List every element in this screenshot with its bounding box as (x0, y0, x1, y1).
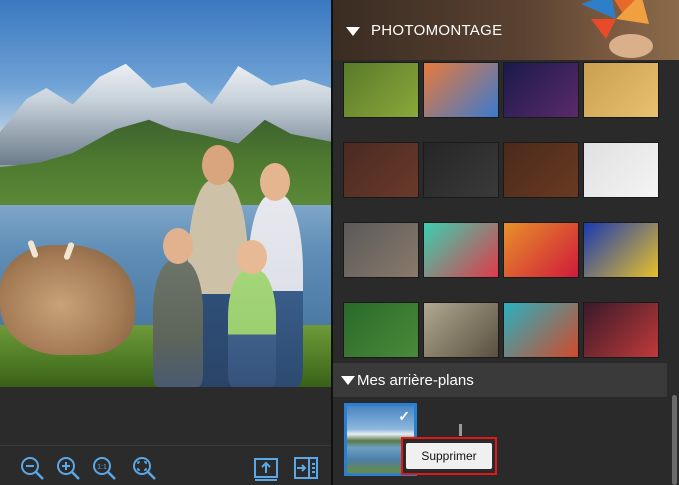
tile-abstract-paint[interactable] (583, 222, 659, 278)
zoom-out-icon[interactable] (18, 454, 46, 482)
tile-starry-sky[interactable] (503, 62, 579, 118)
tile-black-fabric[interactable] (423, 142, 499, 198)
section-title: Mes arrière-plans (357, 372, 474, 389)
family-group[interactable] (148, 140, 328, 387)
tile-painted-wall[interactable] (423, 62, 499, 118)
backgrounds-panel: PHOTOMONTAGE Mes arrière-plans ✓ Supprim… (333, 0, 679, 485)
panel-scrollbar[interactable] (672, 395, 677, 485)
tile-white-bricks[interactable] (583, 142, 659, 198)
supprimer-tooltip-highlight: Supprimer (401, 437, 497, 475)
cow (0, 245, 135, 355)
panel-toggle-icon[interactable] (292, 454, 320, 482)
checkmark-icon: ✓ (398, 408, 410, 424)
photo-canvas[interactable] (0, 0, 331, 387)
zoom-1to1-icon[interactable]: 1:1 (90, 454, 118, 482)
head (163, 228, 193, 264)
collapse-triangle-icon[interactable] (341, 376, 355, 385)
tile-wood-planks[interactable] (503, 142, 579, 198)
tile-green-leaf[interactable] (343, 62, 419, 118)
export-icon[interactable] (252, 454, 280, 482)
tile-stone-wall[interactable] (343, 222, 419, 278)
drag-handle[interactable] (459, 424, 462, 436)
tile-peeling-paint[interactable] (503, 302, 579, 358)
supprimer-label: Supprimer (421, 449, 477, 463)
photomontage-section-header[interactable]: PHOTOMONTAGE (333, 0, 679, 60)
zoom-in-icon[interactable] (54, 454, 82, 482)
section-title: PHOTOMONTAGE (371, 22, 503, 39)
collapse-triangle-icon[interactable] (346, 27, 360, 36)
tile-gold-texture[interactable] (583, 62, 659, 118)
person-girl (228, 240, 276, 387)
mes-arriere-plans-header[interactable]: Mes arrière-plans (333, 363, 667, 397)
tangram-graphic (571, 0, 661, 60)
tile-strawberries-teal[interactable] (423, 222, 499, 278)
tile-green-leaves[interactable] (343, 302, 419, 358)
zoom-1to1-label: 1:1 (97, 464, 107, 471)
canvas-empty-area (0, 387, 331, 445)
tile-gerbera-flowers[interactable] (503, 222, 579, 278)
head (260, 163, 290, 201)
zoom-fit-icon[interactable] (130, 454, 158, 482)
tile-torn-posters[interactable] (423, 302, 499, 358)
bottom-toolbar: 1:1 (0, 445, 331, 485)
supprimer-button[interactable]: Supprimer (406, 443, 492, 469)
head (237, 240, 267, 274)
app-window: 1:1 PHOTOMONTAGE Mes arrière-plans ✓ Sup… (0, 0, 679, 485)
head (202, 145, 234, 185)
tile-light-trails[interactable] (583, 302, 659, 358)
person-boy (153, 228, 203, 387)
tile-leather-tufted[interactable] (343, 142, 419, 198)
